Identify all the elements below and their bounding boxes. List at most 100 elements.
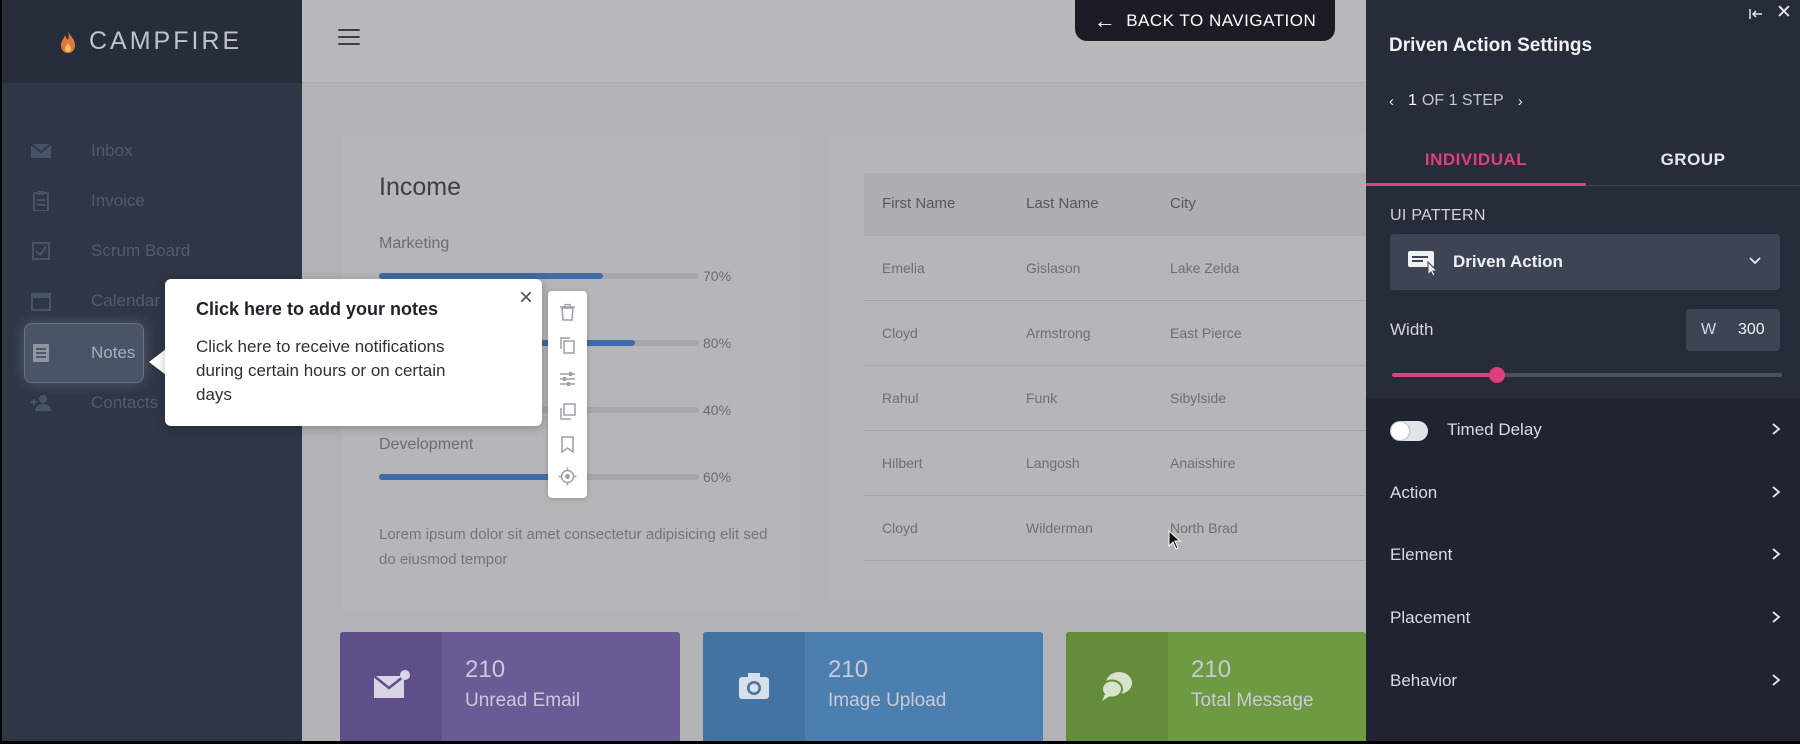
cell-city: Anaisshire [1170, 455, 1236, 471]
column-header-city[interactable]: City [1170, 195, 1196, 212]
width-input[interactable]: W 300 [1686, 309, 1780, 351]
toggle-knob [1391, 422, 1409, 440]
back-to-navigation-label: BACK TO NAVIGATION [1126, 10, 1317, 30]
sidebar-item-label: Scrum Board [91, 241, 191, 260]
sidebar-item-inbox[interactable]: Inbox [2, 126, 302, 176]
cell-city: Lake Zelda [1170, 260, 1240, 276]
step-total: OF 1 STEP [1421, 92, 1504, 109]
checkbox-icon [32, 242, 50, 260]
timed-delay-toggle[interactable] [1390, 421, 1428, 441]
sidebar-item-invoice[interactable]: Invoice [2, 176, 302, 226]
close-icon[interactable]: ✕ [1776, 3, 1792, 22]
chevron-right-icon[interactable]: › [1518, 93, 1523, 110]
width-slider-fill [1392, 373, 1498, 377]
copy-icon[interactable] [558, 336, 577, 355]
action-label: Action [1390, 483, 1438, 502]
stat-label: Total Message [1191, 690, 1314, 711]
cell-last-name: Gislason [1026, 260, 1081, 276]
duplicate-icon[interactable] [558, 402, 577, 421]
progress-percent: 60% [703, 469, 732, 485]
chevron-left-icon[interactable]: ‹ [1389, 93, 1394, 110]
timed-delay-label: Timed Delay [1447, 420, 1542, 439]
progress-label: Development [379, 436, 474, 453]
back-to-navigation-button[interactable]: ← BACK TO NAVIGATION [1075, 0, 1335, 41]
table-row[interactable]: Hilbert Langosh Anaisshire [864, 431, 1368, 496]
sliders-icon[interactable] [558, 369, 577, 388]
flame-icon [61, 30, 75, 53]
progress-track [379, 474, 699, 480]
tab-group[interactable]: GROUP [1586, 140, 1800, 186]
sidebar-item-label: Contacts [91, 393, 159, 412]
arrow-left-icon: ← [1093, 7, 1117, 33]
cell-last-name: Funk [1026, 390, 1058, 406]
cell-last-name: Wilderman [1026, 520, 1093, 536]
stat-card-total-message[interactable]: 210 Total Message [1066, 632, 1366, 741]
sidebar-item-label: Invoice [91, 191, 145, 210]
logo-bar: CAMPFIRE [2, 0, 302, 83]
email-badge-icon [373, 670, 410, 698]
sidebar-item-scrum-board[interactable]: Scrum Board [2, 226, 302, 276]
column-header-last-name[interactable]: Last Name [1026, 195, 1099, 212]
panel-tabs: INDIVIDUAL GROUP [1366, 140, 1800, 186]
placement-row[interactable]: Placement [1366, 588, 1800, 650]
income-description: Lorem ipsum dolor sit amet consectetur a… [379, 526, 768, 568]
trash-icon[interactable] [558, 303, 577, 322]
progress-percent: 70% [703, 268, 732, 284]
calendar-icon [31, 293, 51, 311]
timed-delay-row[interactable]: Timed Delay [1366, 400, 1800, 462]
hamburger-menu-icon[interactable] [338, 29, 360, 47]
step-navigator: ‹ 1 OF 1 STEP › [1389, 92, 1523, 110]
stat-label: Unread Email [465, 690, 581, 711]
stat-card-image-upload[interactable]: 210 Image Upload [703, 632, 1043, 741]
target-icon[interactable] [558, 467, 577, 486]
add-contact-icon [31, 395, 51, 411]
action-row[interactable]: Action [1366, 463, 1800, 525]
tooltip-popover: Click here to add your notes Click here … [165, 279, 542, 426]
table-row[interactable]: Emelia Gislason Lake Zelda [864, 236, 1368, 301]
behavior-row[interactable]: Behavior [1366, 651, 1800, 713]
sidebar-item-label: Inbox [91, 141, 133, 160]
camera-icon [739, 673, 769, 699]
sidebar-item-label: Notes [91, 343, 136, 362]
table-row[interactable]: Rahul Funk Sibylside [864, 366, 1368, 431]
contacts-table-card: First Name Last Name City Emelia Gislaso… [828, 135, 1368, 600]
app-window: CAMPFIRE Inbox Invoice Scrum Board Calen… [0, 0, 1800, 741]
width-label: Width [1390, 320, 1434, 339]
close-icon[interactable]: × [516, 286, 536, 310]
app-logo-text: CAMPFIRE [89, 27, 243, 55]
stat-icon-box [340, 632, 442, 741]
width-slider[interactable] [1392, 367, 1782, 383]
tooltip-pointer [149, 349, 166, 375]
cell-city: Sibylside [1170, 390, 1227, 406]
stat-label: Image Upload [828, 690, 947, 711]
cell-first-name: Cloyd [882, 520, 918, 536]
cell-first-name: Hilbert [882, 455, 923, 471]
tooltip-body: Click here to receive notifications duri… [196, 337, 446, 404]
width-slider-thumb[interactable] [1489, 367, 1506, 383]
table-header: First Name Last Name City [864, 173, 1368, 236]
stat-number: 210 [828, 656, 869, 683]
progress-marketing: Marketing 70% [379, 235, 731, 284]
element-row[interactable]: Element [1366, 525, 1800, 587]
chevron-right-icon [1772, 674, 1781, 686]
stat-card-unread-email[interactable]: 210 Unread Email [340, 632, 680, 741]
width-value: 300 [1738, 321, 1765, 338]
cell-first-name: Emelia [882, 260, 925, 276]
element-label: Element [1390, 545, 1453, 564]
cell-first-name: Rahul [882, 390, 919, 406]
progress-percent: 80% [703, 335, 732, 351]
width-prefix: W [1701, 321, 1717, 338]
cell-last-name: Armstrong [1026, 325, 1091, 341]
ui-pattern-select[interactable]: Driven Action [1390, 234, 1780, 290]
placement-label: Placement [1390, 608, 1471, 627]
mouse-cursor-icon [1168, 530, 1182, 550]
bookmark-icon[interactable] [558, 435, 577, 454]
table-row[interactable]: Cloyd Wilderman North Brad [864, 496, 1368, 561]
tab-individual[interactable]: INDIVIDUAL [1366, 140, 1586, 186]
settings-panel: ✕ Driven Action Settings ‹ 1 OF 1 STEP ›… [1366, 0, 1800, 741]
progress-development: Development 60% [379, 436, 731, 485]
progress-fill [379, 474, 571, 480]
collapse-panel-icon[interactable] [1749, 7, 1763, 21]
column-header-first-name[interactable]: First Name [882, 195, 955, 212]
table-row[interactable]: Cloyd Armstrong East Pierce [864, 301, 1368, 366]
